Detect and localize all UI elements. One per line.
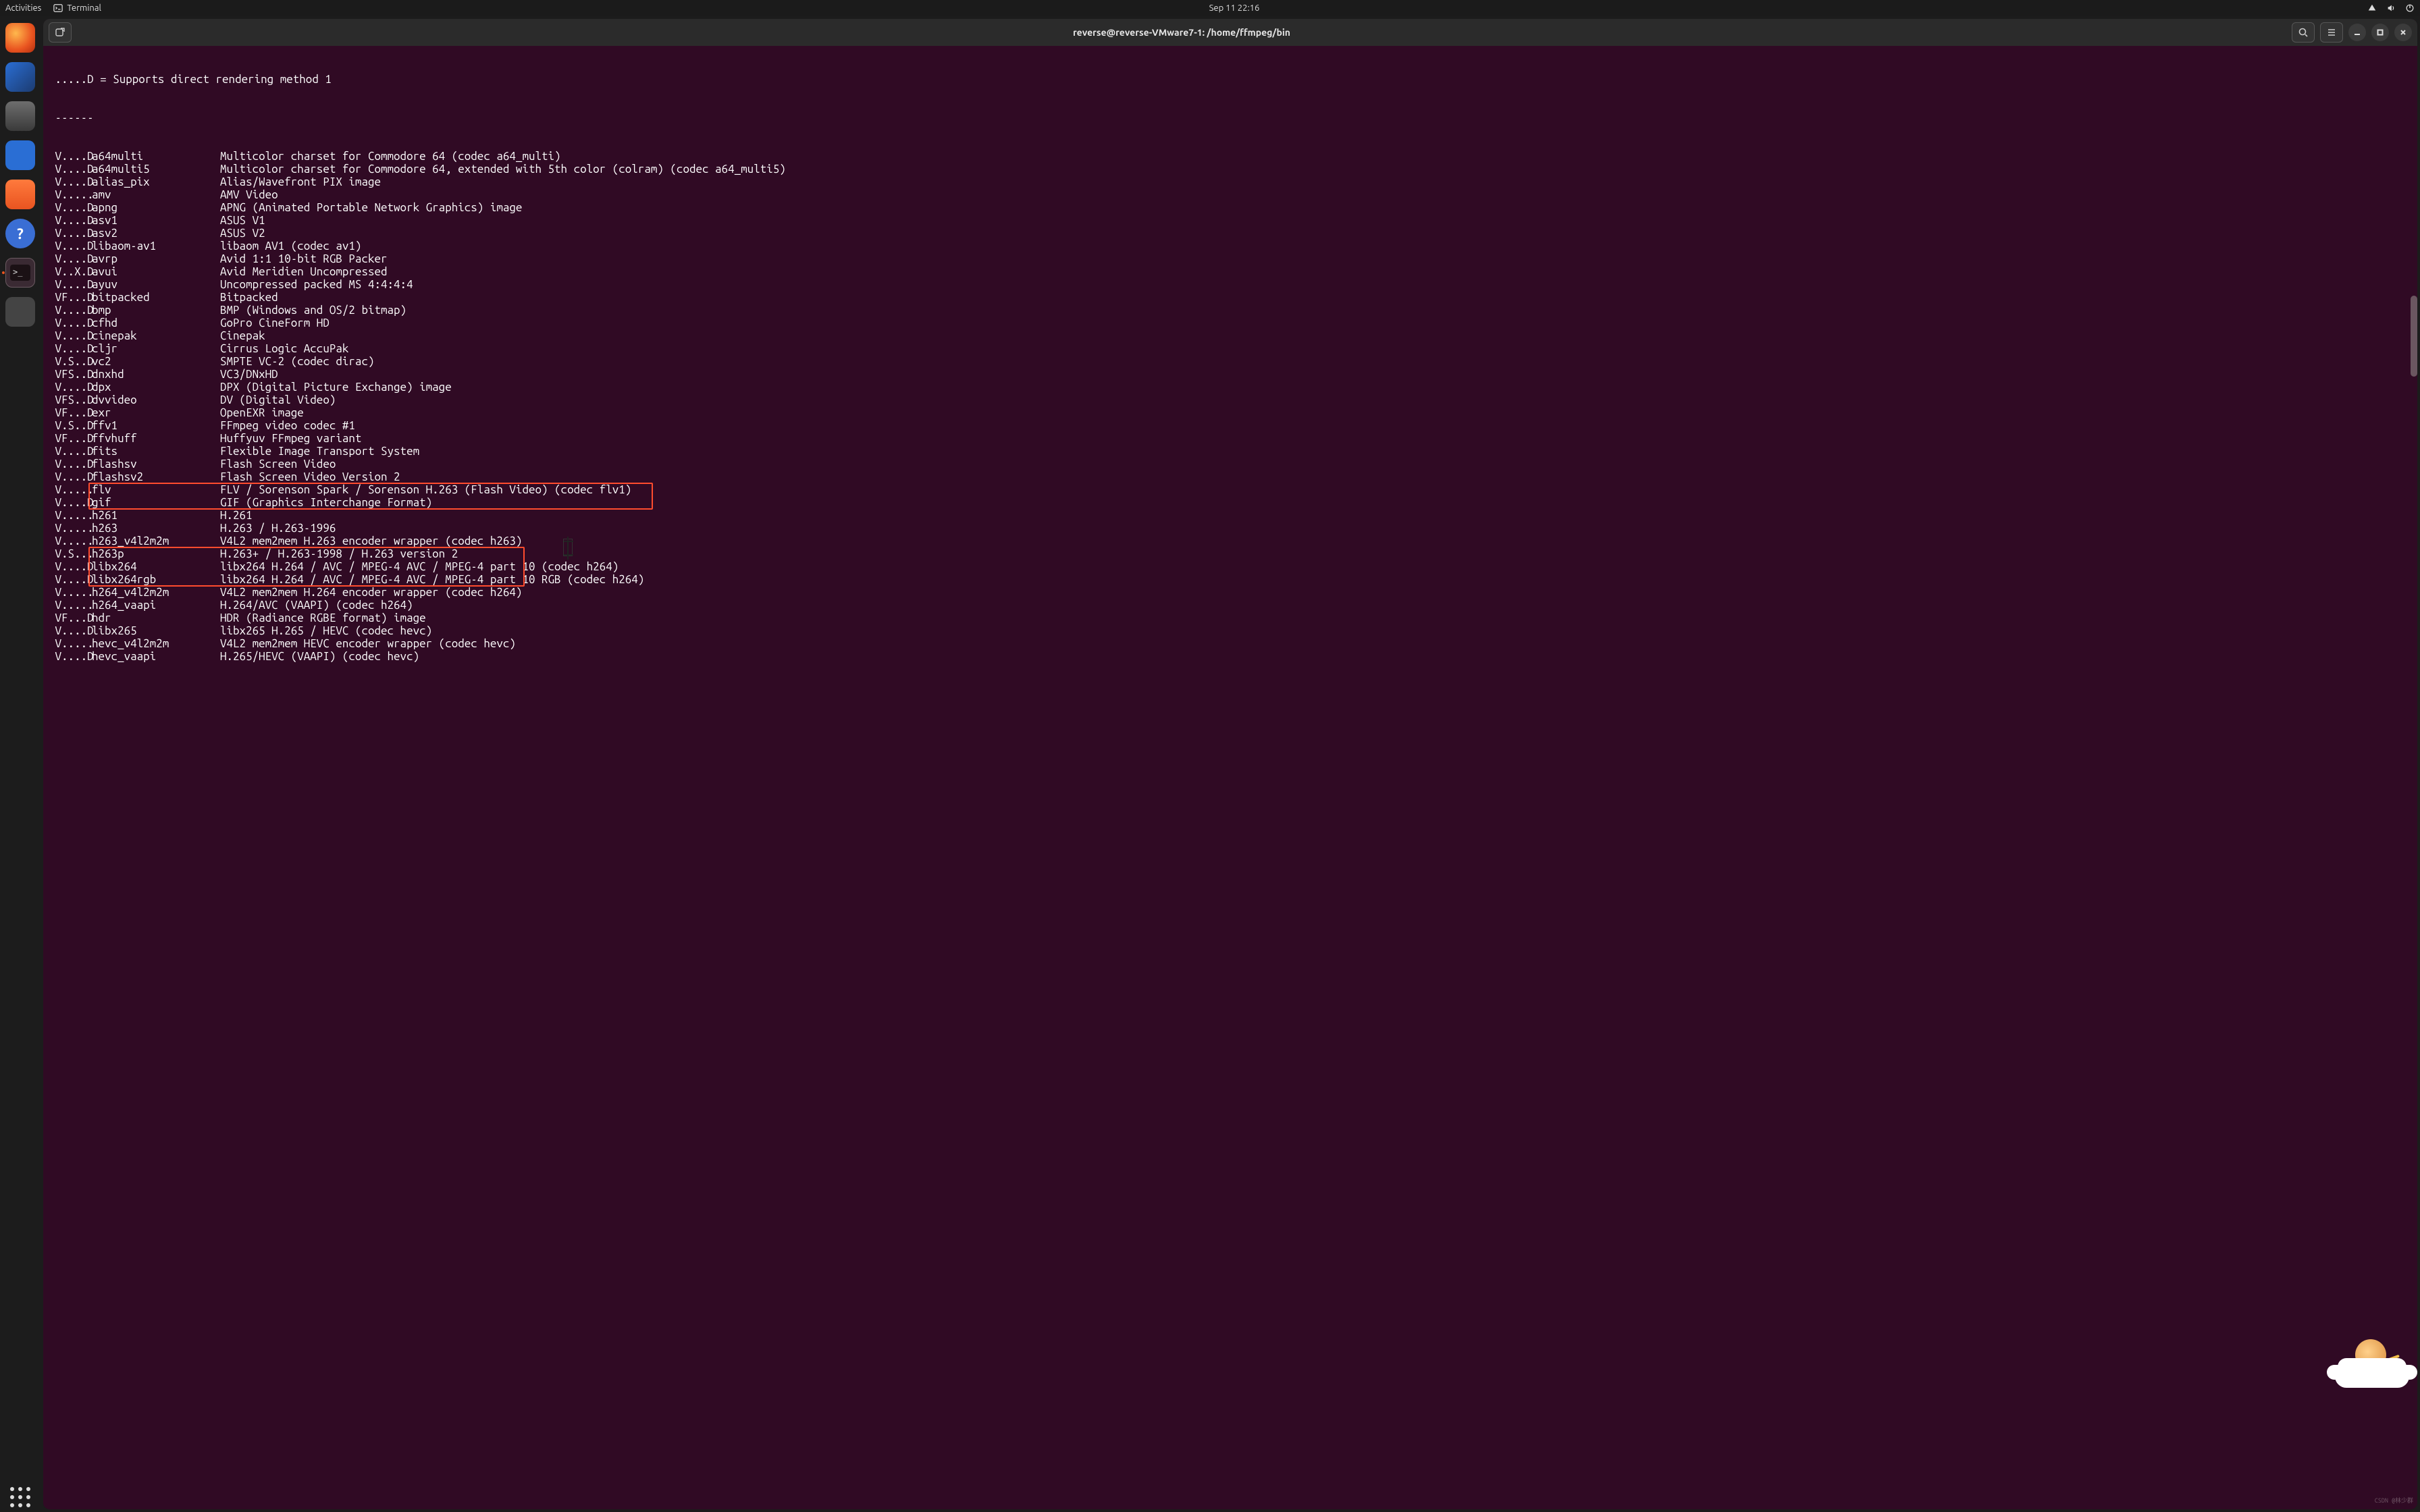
- ubuntu-dock: ? >_: [0, 16, 41, 1512]
- codec-row: V....Dhevc_vaapiH.265/HEVC (VAAPI) (code…: [49, 650, 2416, 663]
- codec-row: V....Dlibaom-av1libaom AV1 (codec av1): [49, 240, 2416, 252]
- new-tab-button[interactable]: [49, 22, 72, 43]
- codec-row: V....Dlibx265libx265 H.265 / HEVC (codec…: [49, 624, 2416, 637]
- dock-ubuntu-software[interactable]: [5, 180, 35, 209]
- codec-row: V....Dlibx264libx264 H.264 / AVC / MPEG-…: [49, 560, 2416, 573]
- network-icon[interactable]: [2367, 3, 2377, 13]
- terminal-icon: >_: [10, 265, 30, 281]
- codec-row: VF...DexrOpenEXR image: [49, 406, 2416, 419]
- window-title: reverse@reverse-VMware7-1: /home/ffmpeg/…: [77, 27, 2286, 38]
- codec-row: V.S..Dvc2SMPTE VC-2 (codec dirac): [49, 355, 2416, 368]
- codec-row: VFS..DdvvideoDV (Digital Video): [49, 394, 2416, 406]
- codec-row: V.S..Dffv1FFmpeg video codec #1: [49, 419, 2416, 432]
- dock-libreoffice-writer[interactable]: [5, 140, 35, 170]
- codec-row: V.....h263_v4l2m2mV4L2 mem2mem H.263 enc…: [49, 535, 2416, 547]
- terminal-window: reverse@reverse-VMware7-1: /home/ffmpeg/…: [43, 19, 2417, 1509]
- codec-row: V....Dasv1ASUS V1: [49, 214, 2416, 227]
- terminal-output-line: ------: [49, 111, 2416, 124]
- codec-row: V....Da64multiMulticolor charset for Com…: [49, 150, 2416, 163]
- codec-row: V.....h263H.263 / H.263-1996: [49, 522, 2416, 535]
- window-close-button[interactable]: [2394, 24, 2412, 41]
- volume-icon[interactable]: [2386, 3, 2396, 13]
- dock-help[interactable]: ?: [5, 219, 35, 248]
- codec-row: V....DbmpBMP (Windows and OS/2 bitmap): [49, 304, 2416, 317]
- codec-row: V....Dflashsv2Flash Screen Video Version…: [49, 470, 2416, 483]
- codec-row: V.....amvAMV Video: [49, 188, 2416, 201]
- codec-row: V....DavrpAvid 1:1 10-bit RGB Packer: [49, 252, 2416, 265]
- codec-row: V....Dalias_pixAlias/Wavefront PIX image: [49, 176, 2416, 188]
- codec-row: V....Da64multi5Multicolor charset for Co…: [49, 163, 2416, 176]
- codec-row: V.....hevc_v4l2m2mV4L2 mem2mem HEVC enco…: [49, 637, 2416, 650]
- topbar-clock[interactable]: Sep 11 22:16: [101, 3, 2367, 13]
- power-icon[interactable]: [2405, 3, 2415, 13]
- dock-thunderbird[interactable]: [5, 62, 35, 92]
- codec-row: V....DayuvUncompressed packed MS 4:4:4:4: [49, 278, 2416, 291]
- topbar-app-menu[interactable]: Terminal: [53, 3, 101, 13]
- codec-row: V....DcinepakCinepak: [49, 329, 2416, 342]
- dock-terminal[interactable]: >_: [5, 258, 35, 288]
- assistant-mascot-image: [2335, 1327, 2409, 1388]
- search-icon: [2298, 27, 2309, 38]
- watermark-label: CSDN @林少群: [2375, 1494, 2413, 1507]
- codec-row: V....DdpxDPX (Digital Picture Exchange) …: [49, 381, 2416, 394]
- dock-trash[interactable]: [5, 297, 35, 327]
- codec-row: V.....h261H.261: [49, 509, 2416, 522]
- close-icon: [2399, 28, 2407, 36]
- codec-row: VF...DbitpackedBitpacked: [49, 291, 2416, 304]
- terminal-content[interactable]: .....D = Supports direct rendering metho…: [43, 46, 2417, 1509]
- topbar-app-label: Terminal: [67, 3, 101, 13]
- activities-button[interactable]: Activities: [5, 3, 41, 13]
- codec-row: V....DflashsvFlash Screen Video: [49, 458, 2416, 470]
- window-search-button[interactable]: [2292, 22, 2315, 43]
- new-tab-icon: [55, 27, 65, 38]
- gnome-top-panel: Activities Terminal Sep 11 22:16: [0, 0, 2420, 16]
- codec-row: V.S...h263pH.263+ / H.263-1998 / H.263 v…: [49, 547, 2416, 560]
- dock-firefox[interactable]: [5, 23, 35, 53]
- codec-row: V....DfitsFlexible Image Transport Syste…: [49, 445, 2416, 458]
- codec-row: V.....h264_v4l2m2mV4L2 mem2mem H.264 enc…: [49, 586, 2416, 599]
- window-minimize-button[interactable]: [2348, 24, 2366, 41]
- codec-row: V....DgifGIF (Graphics Interchange Forma…: [49, 496, 2416, 509]
- codec-row: VF...DhdrHDR (Radiance RGBE format) imag…: [49, 612, 2416, 624]
- maximize-icon: [2376, 28, 2384, 36]
- codec-row: V....DcfhdGoPro CineForm HD: [49, 317, 2416, 329]
- codec-row: V....DapngAPNG (Animated Portable Networ…: [49, 201, 2416, 214]
- window-maximize-button[interactable]: [2371, 24, 2389, 41]
- codec-row: VFS..DdnxhdVC3/DNxHD: [49, 368, 2416, 381]
- dock-files[interactable]: [5, 101, 35, 131]
- window-titlebar: reverse@reverse-VMware7-1: /home/ffmpeg/…: [43, 19, 2417, 46]
- hamburger-icon: [2326, 27, 2337, 38]
- scrollbar-thumb[interactable]: [2411, 296, 2417, 377]
- codec-row: V.....flvFLV / Sorenson Spark / Sorenson…: [49, 483, 2416, 496]
- codec-row: V....Dlibx264rgblibx264 H.264 / AVC / MP…: [49, 573, 2416, 586]
- window-menu-button[interactable]: [2320, 22, 2343, 43]
- codec-row: V..X.DavuiAvid Meridien Uncompressed: [49, 265, 2416, 278]
- dock-show-applications[interactable]: [5, 1482, 35, 1512]
- text-cursor-icon: [563, 539, 573, 556]
- terminal-icon: [53, 3, 63, 13]
- codec-row: V.....h264_vaapiH.264/AVC (VAAPI) (codec…: [49, 599, 2416, 612]
- codec-row: VF...DffvhuffHuffyuv FFmpeg variant: [49, 432, 2416, 445]
- minimize-icon: [2353, 28, 2361, 36]
- codec-row: V....Dasv2ASUS V2: [49, 227, 2416, 240]
- codec-row: V....DcljrCirrus Logic AccuPak: [49, 342, 2416, 355]
- terminal-output-line: .....D = Supports direct rendering metho…: [49, 73, 2416, 86]
